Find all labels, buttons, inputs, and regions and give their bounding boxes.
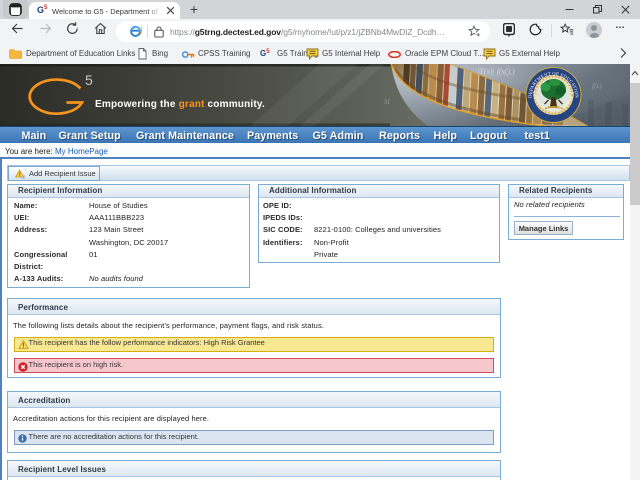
svg-text:|T(x)| f(s(),): |T(x)| f(s(),) (477, 67, 515, 76)
svg-text:5: 5 (85, 72, 93, 88)
svg-text:M: M (383, 98, 391, 106)
svg-text:Empowering the grant community: Empowering the grant community. (95, 99, 265, 110)
svg-text:f(x): f(x) (592, 82, 602, 90)
